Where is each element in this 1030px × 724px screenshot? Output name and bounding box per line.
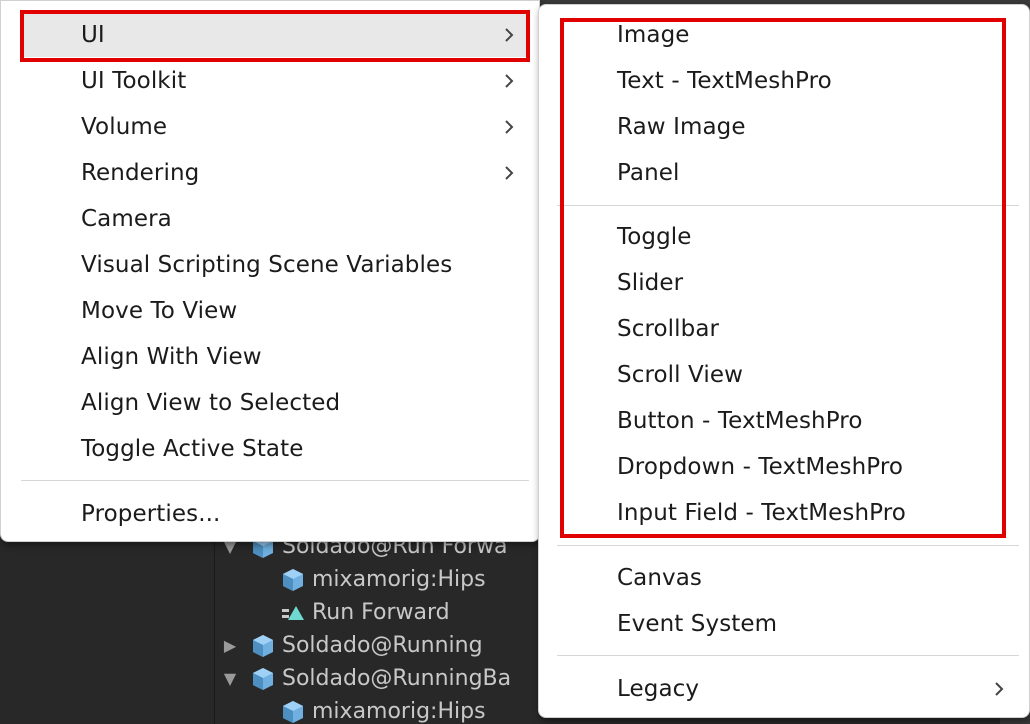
chevron-right-icon: [995, 682, 1004, 696]
chevron-right-icon: [505, 74, 514, 88]
hierarchy-row-label: mixamorig:Hips: [312, 699, 486, 724]
menu-item-visual-scripting-scene-variables[interactable]: Visual Scripting Scene Variables: [21, 243, 529, 287]
hierarchy-row-label: Soldado@RunningBa: [282, 666, 512, 691]
menu-item-camera[interactable]: Camera: [21, 197, 529, 241]
menu-item-label: Raw Image: [617, 114, 746, 140]
hierarchy-row[interactable]: Run Forward: [250, 596, 450, 629]
menu-item-label: Button - TextMeshPro: [617, 408, 863, 434]
menu-item-label: Image: [617, 22, 690, 48]
hierarchy-divider: [214, 540, 215, 724]
context-menu: UI UI Toolkit Volume Rendering Camera Vi…: [0, 0, 540, 542]
menu-separator: [557, 545, 1019, 546]
expand-arrow-icon[interactable]: ▶: [220, 636, 240, 655]
menu-item-toggle-active-state[interactable]: Toggle Active State: [21, 427, 529, 471]
menu-item-label: Align View to Selected: [81, 390, 341, 416]
menu-item-canvas[interactable]: Canvas: [557, 556, 1019, 600]
menu-item-ui-toolkit[interactable]: UI Toolkit: [21, 59, 529, 103]
menu-item-label: Scroll View: [617, 362, 744, 388]
menu-item-label: Dropdown - TextMeshPro: [617, 454, 904, 480]
menu-item-label: Camera: [81, 206, 172, 232]
hierarchy-row[interactable]: mixamorig:Hips: [250, 563, 486, 596]
hierarchy-row-label: Soldado@Running: [282, 633, 483, 658]
menu-item-button-textmeshpro[interactable]: Button - TextMeshPro: [557, 399, 1019, 443]
hierarchy-row[interactable]: mixamorig:Hips: [250, 695, 486, 724]
menu-item-label: Toggle Active State: [81, 436, 304, 462]
menu-separator: [557, 655, 1019, 656]
menu-item-panel[interactable]: Panel: [557, 151, 1019, 195]
menu-item-align-with-view[interactable]: Align With View: [21, 335, 529, 379]
menu-item-text-textmeshpro[interactable]: Text - TextMeshPro: [557, 59, 1019, 103]
menu-item-scroll-view[interactable]: Scroll View: [557, 353, 1019, 397]
prefab-icon: [253, 667, 273, 690]
menu-item-label: Toggle: [617, 224, 692, 250]
prefab-icon: [283, 568, 303, 591]
prefab-icon: [253, 634, 273, 657]
chevron-right-icon: [505, 120, 514, 134]
menu-item-image[interactable]: Image: [557, 13, 1019, 57]
hierarchy-row[interactable]: ▶ Soldado@Running: [220, 629, 483, 662]
menu-item-input-field-textmeshpro[interactable]: Input Field - TextMeshPro: [557, 491, 1019, 535]
menu-item-slider[interactable]: Slider: [557, 261, 1019, 305]
menu-item-label: Align With View: [81, 344, 262, 370]
menu-item-label: Event System: [617, 611, 778, 637]
hierarchy-row[interactable]: ▼ Soldado@RunningBa: [220, 662, 511, 695]
menu-item-properties[interactable]: Properties...: [21, 492, 529, 536]
chevron-right-icon: [505, 28, 514, 42]
menu-item-label: Move To View: [81, 298, 238, 324]
menu-item-legacy[interactable]: Legacy: [557, 667, 1019, 711]
menu-item-label: Input Field - TextMeshPro: [617, 500, 906, 526]
menu-item-label: Properties...: [81, 501, 221, 527]
menu-item-label: Scrollbar: [617, 316, 720, 342]
menu-item-label: Canvas: [617, 565, 703, 591]
menu-separator: [21, 480, 529, 481]
prefab-icon: [283, 700, 303, 723]
menu-item-dropdown-textmeshpro[interactable]: Dropdown - TextMeshPro: [557, 445, 1019, 489]
menu-item-label: Panel: [617, 160, 680, 186]
menu-item-raw-image[interactable]: Raw Image: [557, 105, 1019, 149]
menu-item-toggle[interactable]: Toggle: [557, 215, 1019, 259]
menu-item-label: Volume: [81, 114, 168, 140]
expand-arrow-icon[interactable]: ▼: [220, 669, 240, 688]
menu-item-event-system[interactable]: Event System: [557, 602, 1019, 646]
menu-separator: [557, 205, 1019, 206]
menu-item-label: Legacy: [617, 676, 700, 702]
hierarchy-row-label: mixamorig:Hips: [312, 567, 486, 592]
menu-item-scrollbar[interactable]: Scrollbar: [557, 307, 1019, 351]
menu-item-ui[interactable]: UI: [21, 13, 529, 57]
hierarchy-row-label: Run Forward: [312, 600, 450, 625]
menu-item-label: UI: [81, 22, 105, 48]
chevron-right-icon: [505, 166, 514, 180]
menu-item-label: UI Toolkit: [81, 68, 187, 94]
animation-clip-icon: [282, 605, 304, 620]
menu-item-align-view-to-selected[interactable]: Align View to Selected: [21, 381, 529, 425]
menu-item-label: Rendering: [81, 160, 200, 186]
menu-item-label: Visual Scripting Scene Variables: [81, 252, 453, 278]
ui-submenu: Image Text - TextMeshPro Raw Image Panel…: [538, 4, 1030, 718]
menu-item-label: Text - TextMeshPro: [617, 68, 832, 94]
menu-item-volume[interactable]: Volume: [21, 105, 529, 149]
menu-item-move-to-view[interactable]: Move To View: [21, 289, 529, 333]
menu-item-label: Slider: [617, 270, 684, 296]
menu-item-rendering[interactable]: Rendering: [21, 151, 529, 195]
